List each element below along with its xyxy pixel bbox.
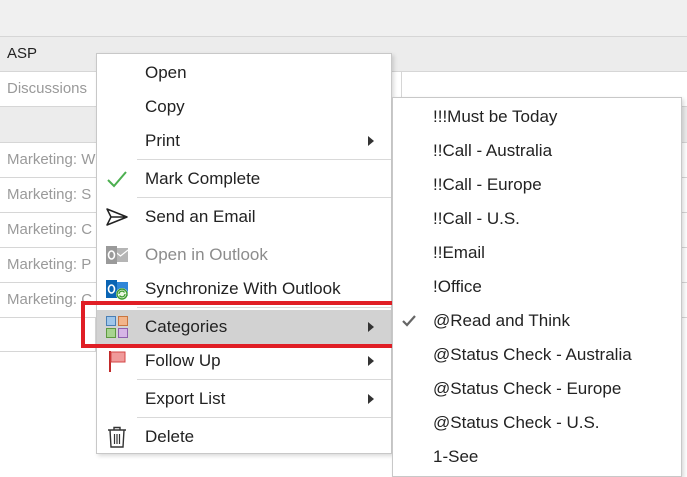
menu-item-open[interactable]: Open [97, 56, 391, 90]
menu-item-label: Open [145, 63, 187, 82]
menu-item-label: Export List [145, 389, 226, 408]
menu-item-label: Print [145, 131, 180, 150]
menu-item-open-in-outlook[interactable]: Open in Outlook [97, 238, 391, 272]
checkmark-icon [105, 167, 129, 191]
category-item[interactable]: @Status Check - Europe [393, 372, 681, 406]
grid-header-row [0, 0, 687, 37]
menu-item-copy[interactable]: Copy [97, 90, 391, 124]
outlook-sync-icon [105, 277, 129, 301]
category-label: !!Call - U.S. [433, 209, 520, 228]
row-title: Marketing: P [7, 256, 92, 273]
category-label: @Status Check - U.S. [433, 413, 600, 432]
trash-icon [105, 425, 129, 449]
menu-item-label: Follow Up [145, 351, 221, 370]
menu-item-export-list[interactable]: Export List [97, 382, 391, 416]
menu-item-mark-complete[interactable]: Mark Complete [97, 162, 391, 196]
category-item[interactable]: !!Call - U.S. [393, 202, 681, 236]
row-title: Discussions [7, 80, 88, 97]
submenu-arrow-icon [368, 356, 374, 366]
menu-separator [137, 159, 391, 160]
category-item[interactable]: !!!Must be Today [393, 100, 681, 134]
flag-icon [105, 349, 129, 373]
menu-separator [137, 197, 391, 198]
menu-item-follow-up[interactable]: Follow Up [97, 344, 391, 378]
menu-separator [137, 417, 391, 418]
highlight-annotation-box [81, 301, 401, 348]
menu-item-delete[interactable]: Delete [97, 420, 391, 454]
menu-item-print[interactable]: Print [97, 124, 391, 158]
category-label: !!Call - Australia [433, 141, 553, 160]
categories-submenu: !!!Must be Today !!Call - Australia !!Ca… [392, 97, 682, 477]
menu-item-label: Send an Email [145, 207, 256, 226]
row-title: Marketing: W [7, 151, 96, 168]
category-item[interactable]: !!Email [393, 236, 681, 270]
category-label: @Status Check - Europe [433, 379, 622, 398]
category-item[interactable]: !Office [393, 270, 681, 304]
menu-item-label: Mark Complete [145, 169, 261, 188]
category-label: @Status Check - Australia [433, 345, 632, 364]
row-title: Marketing: C [7, 291, 93, 308]
category-label: !!Call - Europe [433, 175, 542, 194]
category-label: @Read and Think [433, 311, 570, 330]
menu-item-label: Copy [145, 97, 185, 116]
category-label: !Office [433, 277, 482, 296]
context-menu: Open Copy Print Mark Complete Send an Em… [96, 53, 392, 454]
menu-item-label: Open in Outlook [145, 245, 268, 264]
category-item[interactable]: !!Call - Australia [393, 134, 681, 168]
row-title: Marketing: C [7, 221, 93, 238]
group-label: ASP [7, 45, 38, 62]
category-label: 1-See [433, 447, 479, 466]
category-item[interactable]: 1-See [393, 440, 681, 474]
category-item-checked[interactable]: @Read and Think [393, 304, 681, 338]
menu-item-label: Delete [145, 427, 195, 446]
outlook-open-icon [105, 243, 129, 267]
category-item[interactable]: !!Call - Europe [393, 168, 681, 202]
category-item[interactable]: @Status Check - U.S. [393, 406, 681, 440]
category-label: !!Email [433, 243, 485, 262]
submenu-arrow-icon [368, 136, 374, 146]
category-item[interactable]: @Status Check - Australia [393, 338, 681, 372]
submenu-arrow-icon [368, 394, 374, 404]
category-label: !!!Must be Today [433, 107, 558, 126]
menu-separator [137, 379, 391, 380]
row-title: Marketing: S [7, 186, 92, 203]
menu-item-send-email[interactable]: Send an Email [97, 200, 391, 234]
checkmark-icon [401, 313, 417, 329]
send-icon [105, 205, 129, 229]
